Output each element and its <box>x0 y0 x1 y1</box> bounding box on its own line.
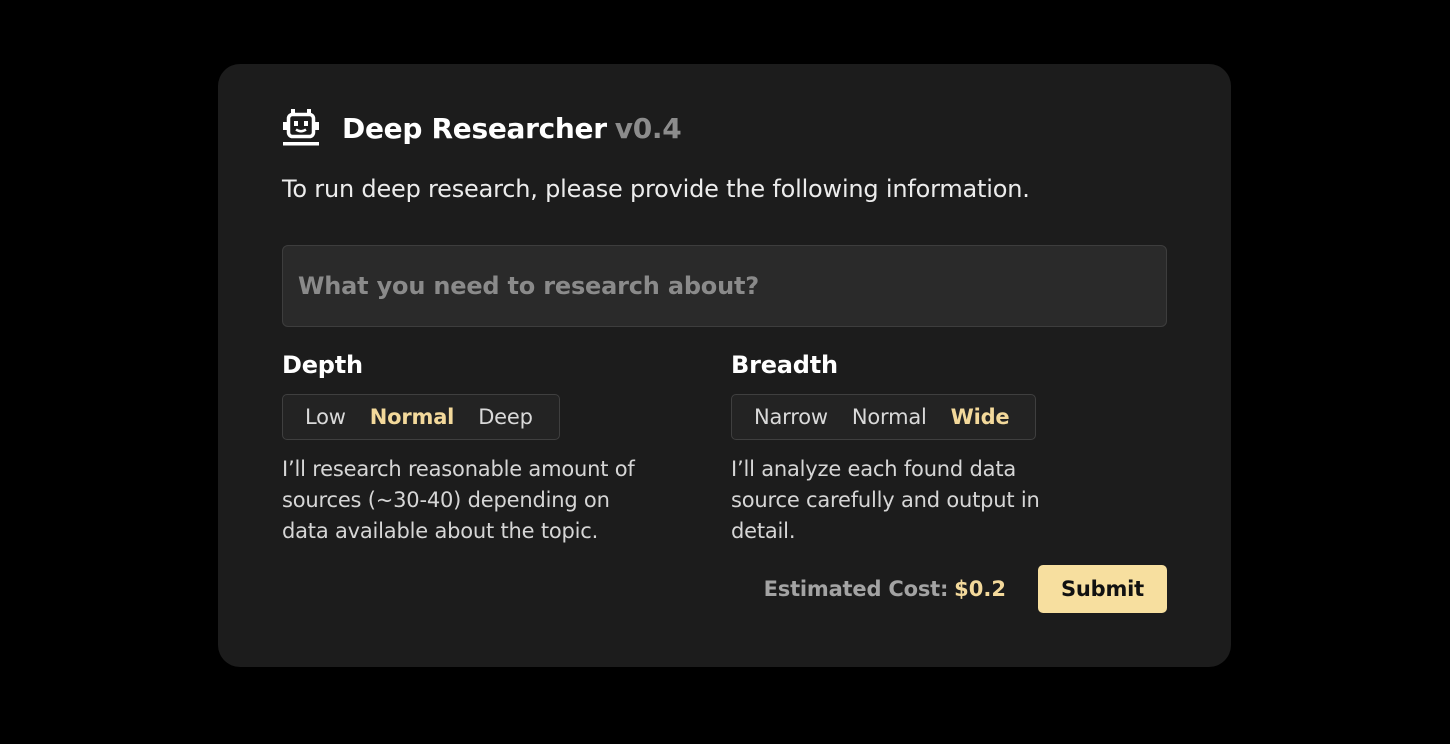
depth-section: Depth Low Normal Deep I’ll research reas… <box>282 348 662 547</box>
breadth-option-normal[interactable]: Normal <box>840 405 939 429</box>
depth-selector: Low Normal Deep <box>282 394 560 440</box>
depth-label: Depth <box>282 351 363 379</box>
estimated-cost-label: Estimated Cost: <box>763 577 949 601</box>
app-title: Deep Researcher v0.4 <box>342 111 682 145</box>
breadth-selector: Narrow Normal Wide <box>731 394 1037 440</box>
footer: Estimated Cost: $0.2 Submit <box>764 565 1167 613</box>
app-version: v0.4 <box>614 111 682 145</box>
breadth-label: Breadth <box>731 351 838 379</box>
intro-text: To run deep research, please provide the… <box>282 175 1030 203</box>
header: Deep Researcher v0.4 <box>282 106 682 150</box>
breadth-option-wide[interactable]: Wide <box>939 405 1022 429</box>
research-card: Deep Researcher v0.4 To run deep research… <box>218 64 1231 667</box>
breadth-description: I’ll analyze each found data source care… <box>731 457 1040 543</box>
breadth-section: Breadth Narrow Normal Wide I’ll analyze … <box>731 348 1041 547</box>
depth-option-normal[interactable]: Normal <box>358 405 466 429</box>
breadth-option-narrow[interactable]: Narrow <box>742 405 840 429</box>
depth-description: I’ll research reasonable amount of sourc… <box>282 457 635 543</box>
app-name: Deep Researcher <box>342 111 607 145</box>
estimated-cost-value: $0.2 <box>954 577 1006 601</box>
submit-button[interactable]: Submit <box>1038 565 1167 613</box>
robot-icon <box>283 109 319 146</box>
depth-option-deep[interactable]: Deep <box>466 405 545 429</box>
depth-option-low[interactable]: Low <box>293 405 358 429</box>
research-topic-input[interactable] <box>282 245 1167 327</box>
